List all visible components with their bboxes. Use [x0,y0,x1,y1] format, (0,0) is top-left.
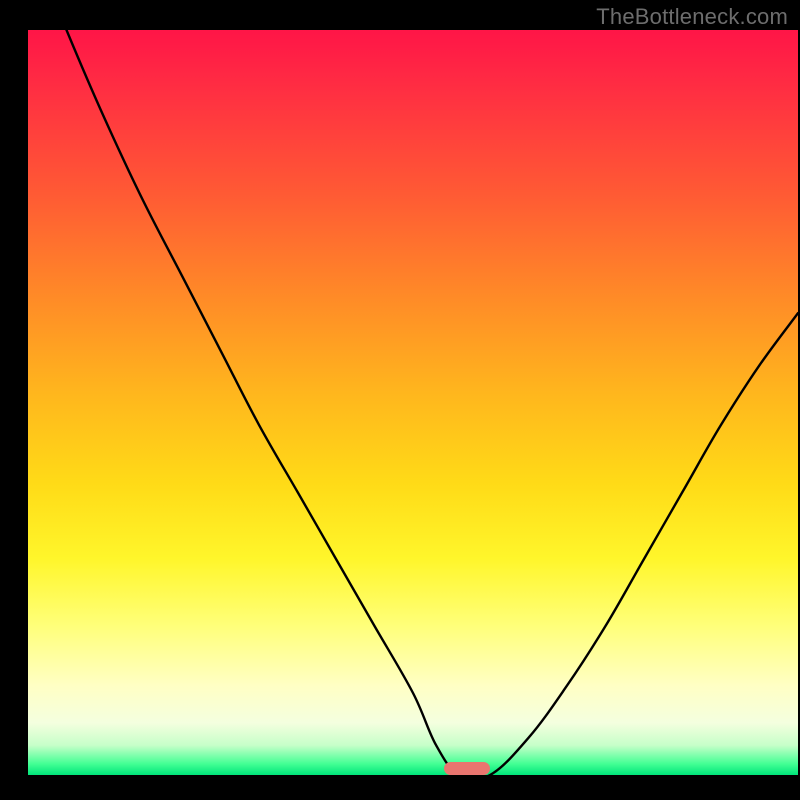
plot-area [28,30,798,775]
optimal-point-marker [444,762,490,775]
curve-layer [28,30,798,775]
bottleneck-curve-path [28,30,798,775]
bottleneck-chart: TheBottleneck.com [0,0,800,800]
watermark-text: TheBottleneck.com [596,4,788,30]
